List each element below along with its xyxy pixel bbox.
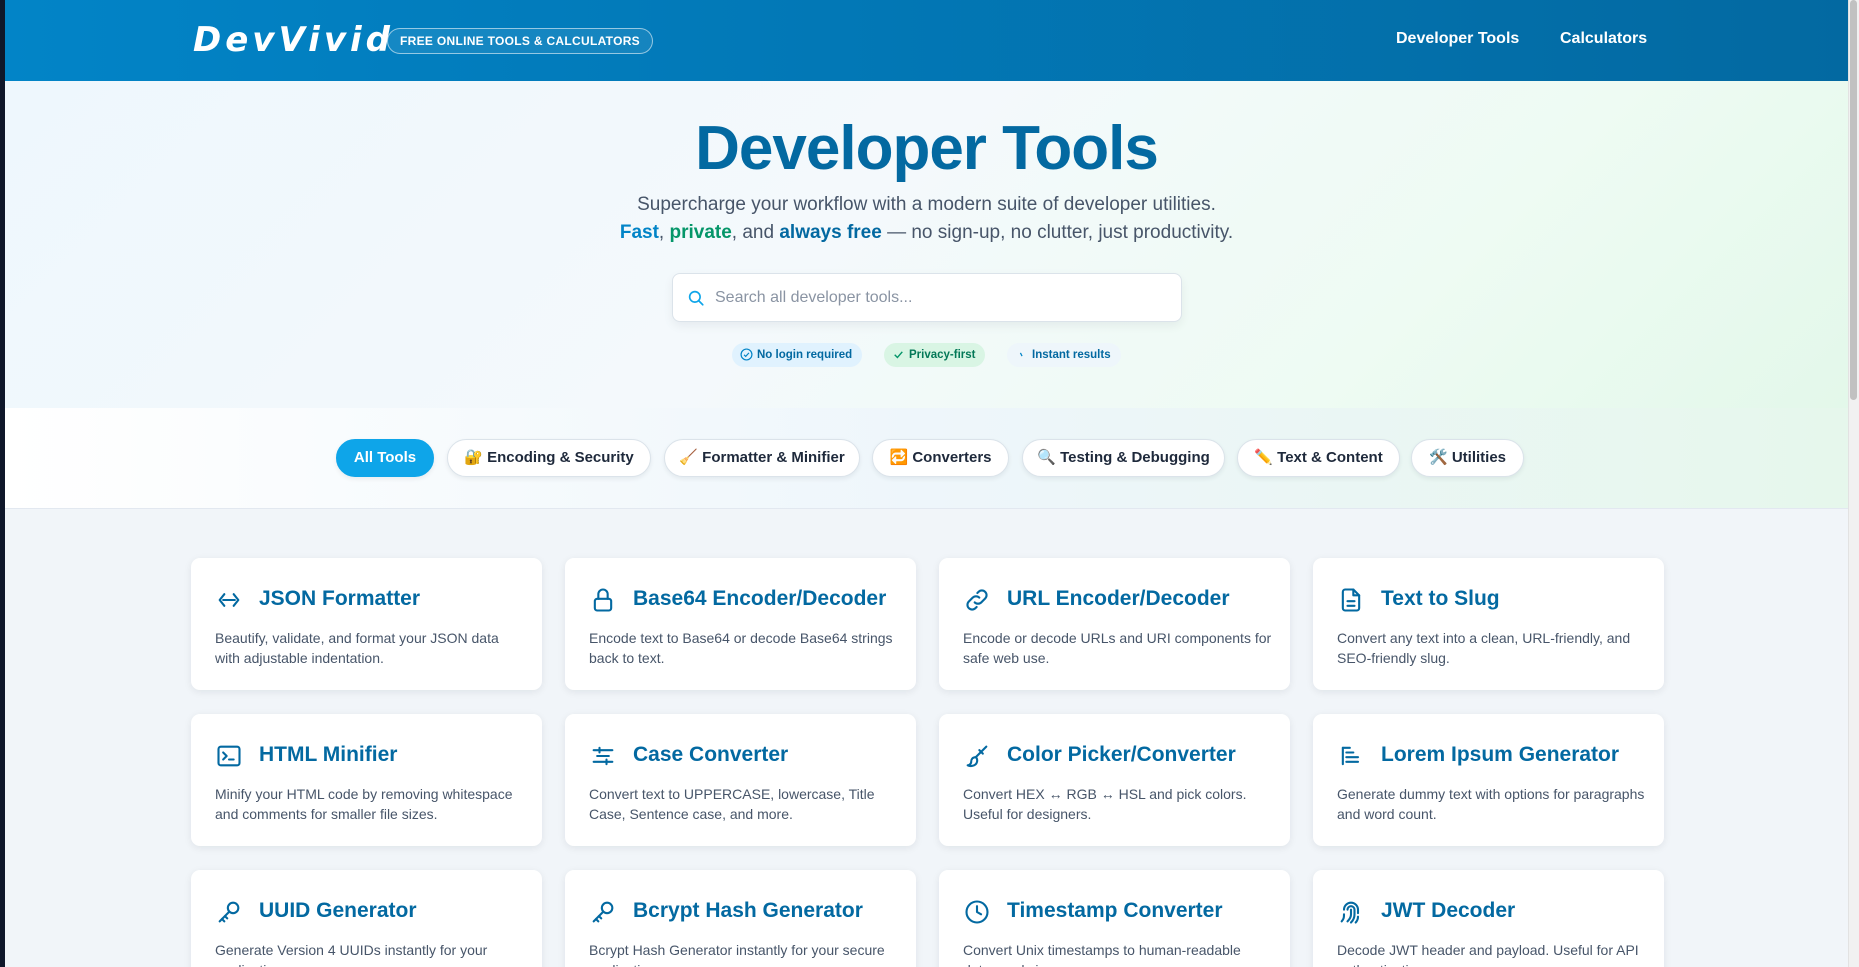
- tool-title: Text to Slug: [1381, 587, 1500, 610]
- tool-title: JWT Decoder: [1381, 899, 1516, 922]
- tool-card-uuid-generator[interactable]: UUID Generator Generate Version 4 UUIDs …: [191, 870, 542, 967]
- hero-subtitle-features: Fast, private, and always free — no sign…: [5, 222, 1848, 244]
- tool-description: Bcrypt Hash Generator instantly for your…: [589, 942, 885, 967]
- clock-icon: [965, 900, 989, 924]
- tool-title: Lorem Ipsum Generator: [1381, 743, 1620, 766]
- code-brackets-icon: [218, 593, 240, 607]
- lock-icon: [593, 588, 613, 612]
- search-input[interactable]: [715, 274, 1165, 321]
- broom-icon: 🧹: [679, 449, 698, 466]
- badge-instant-results: Instant results: [1007, 343, 1121, 367]
- page-title: Developer Tools: [695, 114, 1159, 183]
- navbar: DevVivid FREE ONLINE TOOLS & CALCULATORS…: [5, 0, 1848, 81]
- category-encoding-security[interactable]: 🔐 Encoding & Security: [447, 439, 651, 477]
- hero-section: Developer Tools Supercharge your workflo…: [5, 81, 1848, 408]
- lock-key-icon: 🔐: [464, 449, 483, 466]
- category-label: Testing & Debugging: [1060, 449, 1210, 466]
- tool-card-html-minifier[interactable]: HTML Minifier Minify your HTML code by r…: [191, 714, 542, 846]
- repeat-icon: 🔁: [889, 449, 909, 466]
- key-icon: [218, 901, 240, 923]
- category-converters[interactable]: 🔁 Converters: [872, 439, 1009, 477]
- check-icon: [894, 351, 903, 359]
- tool-description: Beautify, validate, and format your JSON…: [215, 630, 499, 666]
- tool-card-bcrypt[interactable]: Bcrypt Hash Generator Bcrypt Hash Genera…: [565, 870, 916, 967]
- category-label: Formatter & Minifier: [702, 449, 845, 466]
- free-highlight: always free: [779, 222, 882, 243]
- fingerprint-icon: [1340, 901, 1360, 924]
- category-formatter-minifier[interactable]: 🧹 Formatter & Minifier: [664, 439, 860, 477]
- category-testing-debugging[interactable]: 🔍 Testing & Debugging: [1022, 439, 1225, 477]
- tool-title: JSON Formatter: [259, 587, 421, 610]
- tool-title: Bcrypt Hash Generator: [633, 899, 863, 922]
- separator-text: , and: [731, 222, 780, 243]
- tool-title: UUID Generator: [259, 899, 417, 922]
- search-icon: [688, 290, 704, 306]
- nav-link-developer-tools[interactable]: Developer Tools: [1396, 30, 1519, 48]
- tool-title: Color Picker/Converter: [1007, 743, 1236, 766]
- tool-description: Encode text to Base64 or decode Base64 s…: [589, 630, 893, 666]
- category-label: Text & Content: [1277, 449, 1383, 466]
- category-utilities[interactable]: 🛠️ Utilities: [1411, 439, 1524, 477]
- document-icon: [1341, 588, 1361, 612]
- tagline-rest: — no sign-up, no clutter, just productiv…: [881, 222, 1234, 243]
- scrollbar-thumb[interactable]: [1850, 0, 1857, 400]
- tool-description: Convert Unix timestamps to human-readabl…: [963, 942, 1241, 967]
- category-filter-bar: All Tools 🔐 Encoding & Security 🧹 Format…: [5, 408, 1848, 509]
- tool-card-url-encoder[interactable]: URL Encoder/Decoder Encode or decode URL…: [939, 558, 1290, 690]
- category-label: Utilities: [1451, 449, 1507, 466]
- tool-card-jwt-decoder[interactable]: JWT Decoder Decode JWT header and payloa…: [1313, 870, 1664, 967]
- tool-description: Convert HEX ↔ RGB ↔ HSL and pick colors.…: [963, 786, 1247, 822]
- separator-text: ,: [658, 222, 670, 243]
- category-all-tools[interactable]: All Tools: [336, 439, 434, 477]
- category-label: Converters: [912, 449, 992, 466]
- pencil-icon: ✏️: [1254, 449, 1273, 466]
- tool-description: Decode JWT header and payload. Useful fo…: [1337, 942, 1639, 967]
- check-circle-icon: [740, 348, 753, 361]
- tool-card-lorem-ipsum[interactable]: Lorem Ipsum Generator Generate dummy tex…: [1313, 714, 1664, 846]
- link-icon: [966, 589, 988, 611]
- case-icon: [592, 746, 614, 766]
- text-lines-icon: [1341, 746, 1360, 766]
- site-logo[interactable]: DevVivid: [193, 20, 394, 60]
- tool-card-timestamp[interactable]: Timestamp Converter Convert Unix timesta…: [939, 870, 1290, 967]
- search-box[interactable]: [672, 273, 1182, 322]
- tool-description: Minify your HTML code by removing whites…: [215, 786, 513, 822]
- tool-description: Convert any text into a clean, URL-frien…: [1337, 630, 1631, 666]
- category-label: Encoding & Security: [487, 449, 634, 466]
- badge-label: Privacy-first: [909, 349, 976, 361]
- tool-title: URL Encoder/Decoder: [1007, 587, 1230, 610]
- nav-link-calculators[interactable]: Calculators: [1560, 30, 1647, 48]
- tool-description: Encode or decode URLs and URI components…: [963, 630, 1272, 666]
- badge-label: Instant results: [1032, 349, 1111, 361]
- tool-description: Generate Version 4 UUIDs instantly for y…: [215, 942, 488, 967]
- tool-card-base64[interactable]: Base64 Encoder/Decoder Encode text to Ba…: [565, 558, 916, 690]
- tool-description: Generate dummy text with options for par…: [1337, 786, 1645, 822]
- tool-description: Convert text to UPPERCASE, lowercase, Ti…: [589, 786, 875, 822]
- badge-no-login: No login required: [732, 343, 863, 367]
- hero-subtitle: Supercharge your workflow with a modern …: [637, 194, 1216, 215]
- terminal-icon: [217, 745, 241, 767]
- tool-title: Base64 Encoder/Decoder: [633, 587, 887, 610]
- tool-card-text-to-slug[interactable]: Text to Slug Convert any text into a cle…: [1313, 558, 1664, 690]
- page-scrollbar[interactable]: [1848, 0, 1859, 967]
- fast-highlight: Fast: [619, 222, 659, 243]
- badge-privacy-first: Privacy-first: [884, 343, 986, 367]
- tool-title: HTML Minifier: [259, 743, 398, 766]
- paint-brush-icon: [966, 745, 988, 768]
- tools-icon: 🛠️: [1428, 449, 1448, 466]
- category-text-content[interactable]: ✏️ Text & Content: [1237, 439, 1400, 477]
- bolt-icon: [1019, 352, 1023, 357]
- magnifier-icon: 🔍: [1037, 449, 1056, 466]
- tool-title: Case Converter: [633, 743, 789, 766]
- tool-card-case-converter[interactable]: Case Converter Convert text to UPPERCASE…: [565, 714, 916, 846]
- tool-card-json-formatter[interactable]: JSON Formatter Beautify, validate, and f…: [191, 558, 542, 690]
- badge-label: No login required: [757, 349, 853, 361]
- tagline-badge: FREE ONLINE TOOLS & CALCULATORS: [387, 28, 653, 54]
- key-icon: [592, 901, 614, 923]
- private-highlight: private: [669, 222, 732, 243]
- tool-card-color-picker[interactable]: Color Picker/Converter Convert HEX ↔ RGB…: [939, 714, 1290, 846]
- category-label: All Tools: [353, 449, 417, 466]
- tool-title: Timestamp Converter: [1007, 899, 1223, 922]
